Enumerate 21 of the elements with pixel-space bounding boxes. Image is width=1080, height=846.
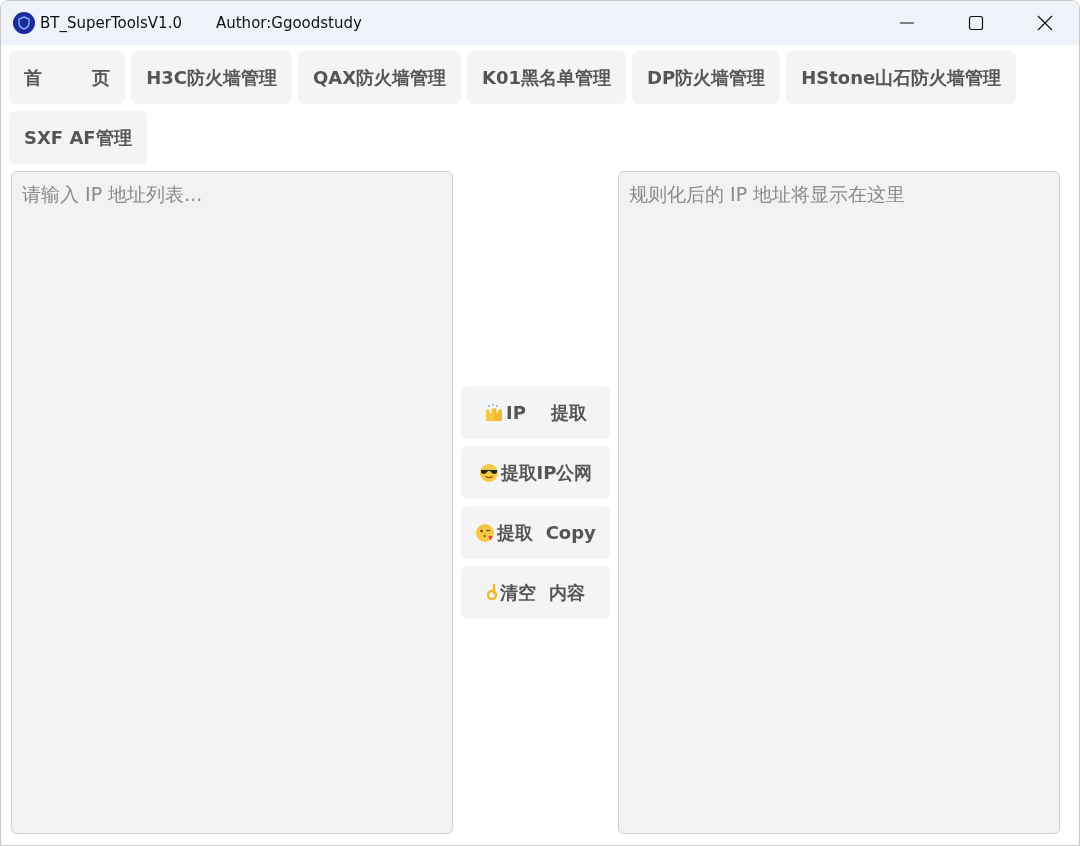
action-button[interactable]: IP 提取 — [461, 386, 610, 439]
action-button[interactable]: 提取 Copy — [461, 506, 610, 559]
action-button[interactable]: 清空 内容 — [461, 566, 610, 619]
maximize-icon — [967, 15, 984, 31]
tab[interactable]: 首 页 — [9, 51, 126, 104]
ip-input-field[interactable]: 请输入 IP 地址列表... — [11, 171, 453, 834]
action-button[interactable]: 提取IP公网 — [461, 446, 610, 499]
tab[interactable]: K01黑名单管理 — [467, 51, 627, 104]
window-title: BT_SuperToolsV1.0 — [40, 14, 182, 32]
close-icon — [1036, 15, 1053, 31]
minimize-icon — [898, 22, 915, 24]
author-label: Author:Ggoodstudy — [215, 14, 362, 32]
tab[interactable]: DP防火墙管理 — [632, 51, 781, 104]
ip-output-field[interactable]: 规则化后的 IP 地址将显示在这里 — [618, 171, 1060, 834]
app-logo-icon — [13, 12, 35, 34]
tab[interactable]: QAX防火墙管理 — [297, 51, 462, 104]
sunglasses-face-icon — [478, 462, 499, 483]
tab[interactable]: SXF AF管理 — [9, 111, 147, 164]
kissing-face-icon — [475, 522, 496, 543]
tab[interactable]: H3C防火墙管理 — [131, 51, 292, 104]
tab[interactable]: HStone山石防火墙管理 — [786, 51, 1017, 104]
